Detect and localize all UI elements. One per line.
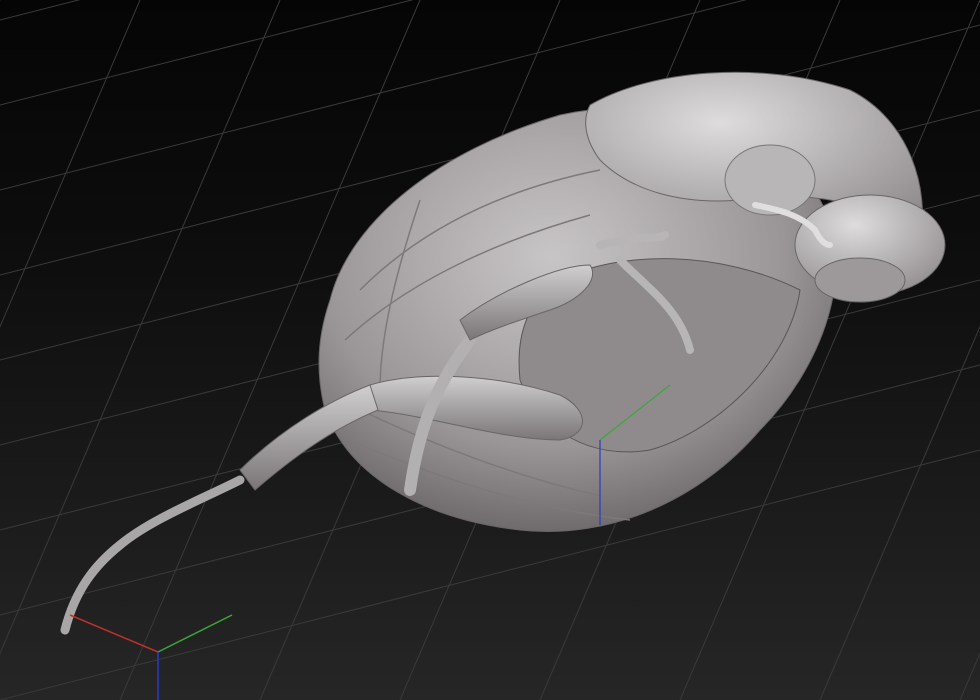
grid-line — [0, 0, 141, 328]
grid-line — [0, 0, 281, 655]
y-axis-line — [157, 614, 233, 653]
3d-viewport[interactable] — [0, 0, 980, 700]
x-axis-line — [69, 614, 159, 653]
viewport-canvas[interactable] — [0, 0, 980, 700]
beetle-hind-tarsus — [60, 475, 245, 635]
beetle-mouthparts — [814, 257, 906, 303]
beetle-eye — [724, 144, 816, 216]
beetle-model[interactable] — [60, 71, 946, 635]
